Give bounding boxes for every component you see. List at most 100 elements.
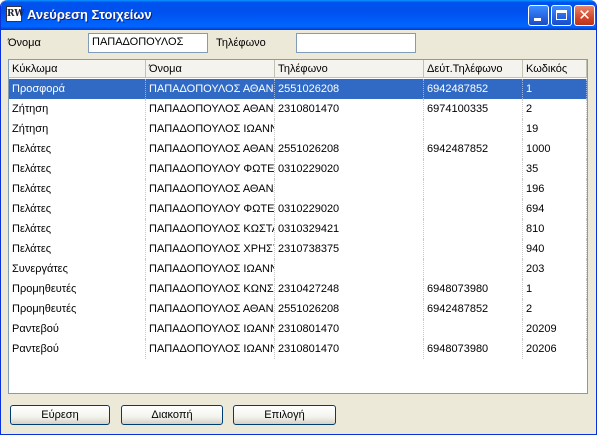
cell-name: ΠΑΠΑΔΟΠΟΥΛΟΥ ΦΩΤΕΙΝΗ [146, 199, 275, 219]
minimize-icon [534, 18, 541, 21]
cell-phone: 0310229020 [275, 199, 424, 219]
cell-name: ΠΑΠΑΔΟΠΟΥΛΟΣ ΑΘΑΝΑΣΙΟΣ [146, 179, 275, 199]
cell-code: 810 [523, 219, 587, 239]
cell-second-phone: 6942487852 [424, 299, 523, 319]
cell-second-phone: 6942487852 [424, 79, 523, 99]
table-row[interactable]: ΖήτησηΠΑΠΑΔΟΠΟΥΛΟΣ ΑΘΑΝΑΣΙΟΣ231080147069… [9, 99, 587, 119]
maximize-button[interactable] [551, 5, 572, 26]
cell-phone: 0310329421 [275, 219, 424, 239]
cell-second-phone [424, 199, 523, 219]
cell-second-phone [424, 239, 523, 259]
cell-code: 2 [523, 299, 587, 319]
cell-code: 1000 [523, 139, 587, 159]
cell-second-phone: 6942487852 [424, 139, 523, 159]
cell-phone [275, 259, 424, 279]
cell-phone: 2551026208 [275, 299, 424, 319]
cell-name: ΠΑΠΑΔΟΠΟΥΛΟΥ ΦΩΤΕΙΝΗ [146, 159, 275, 179]
cell-name: ΠΑΠΑΔΟΠΟΥΛΟΣ ΑΘΑΝΑΣΙΟΣ [146, 139, 275, 159]
cell-circuit: Συνεργάτες [9, 259, 146, 279]
cell-circuit: Ραντεβού [9, 319, 146, 339]
cell-circuit: Πελάτες [9, 139, 146, 159]
cell-name: ΠΑΠΑΔΟΠΟΥΛΟΣ ΙΩΑΝΝΗΣ [146, 319, 275, 339]
table-row[interactable]: ΠρομηθευτέςΠΑΠΑΔΟΠΟΥΛΟΣ ΚΩΝΣΤΑΝΤΙΝΟΣ2310… [9, 279, 587, 299]
column-header-second-phone[interactable]: Δεύτ.Τηλέφωνο [424, 60, 523, 78]
search-button[interactable]: Εύρεση [10, 405, 110, 425]
close-icon: ✕ [578, 6, 591, 24]
cell-phone: 2310801470 [275, 319, 424, 339]
cell-phone: 2310427248 [275, 279, 424, 299]
cell-name: ΠΑΠΑΔΟΠΟΥΛΟΣ ΚΩΣΤΑΣ [146, 219, 275, 239]
cell-second-phone [424, 179, 523, 199]
app-icon: RW [6, 6, 24, 22]
cell-name: ΠΑΠΑΔΟΠΟΥΛΟΣ ΚΩΝΣΤΑΝΤΙΝΟΣ [146, 279, 275, 299]
cell-name: ΠΑΠΑΔΟΠΟΥΛΟΣ ΧΡΗΣΤΟΣ [146, 239, 275, 259]
window-title: Ανεύρεση Στοιχείων [27, 7, 152, 22]
minimize-button[interactable] [528, 5, 549, 26]
cell-phone: 2310801470 [275, 99, 424, 119]
cell-second-phone [424, 259, 523, 279]
cell-code: 940 [523, 239, 587, 259]
cell-second-phone: 6948073980 [424, 279, 523, 299]
cell-code: 35 [523, 159, 587, 179]
cell-circuit: Ραντεβού [9, 339, 146, 359]
cell-code: 2 [523, 99, 587, 119]
table-row[interactable]: ΠελάτεςΠΑΠΑΔΟΠΟΥΛΟΥ ΦΩΤΕΙΝΗ0310229020 694 [9, 199, 587, 219]
cell-phone: 2310738375 [275, 239, 424, 259]
cell-code: 19 [523, 119, 587, 139]
stop-button[interactable]: Διακοπή [121, 405, 223, 425]
cell-second-phone [424, 119, 523, 139]
cell-code: 203 [523, 259, 587, 279]
cell-second-phone [424, 319, 523, 339]
cell-code: 1 [523, 79, 587, 99]
title-bar[interactable]: RW Ανεύρεση Στοιχείων ✕ [1, 0, 596, 30]
table-row[interactable]: ΡαντεβούΠΑΠΑΔΟΠΟΥΛΟΣ ΙΩΑΝΝΗΣ231080147069… [9, 339, 587, 359]
table-row[interactable]: ΠροσφοράΠΑΠΑΔΟΠΟΥΛΟΣ ΑΘΑΝΑΣΙΟΣ2551026208… [9, 79, 587, 99]
cell-name: ΠΑΠΑΔΟΠΟΥΛΟΣ ΙΩΑΝΝΗΣ [146, 259, 275, 279]
table-row[interactable]: ΠελάτεςΠΑΠΑΔΟΠΟΥΛΟΥ ΦΩΤΕΙΝΗ0310229020 35 [9, 159, 587, 179]
cell-circuit: Ζήτηση [9, 119, 146, 139]
name-input[interactable]: ΠΑΠΑΔΟΠΟΥΛΟΣ [88, 33, 208, 53]
cell-phone [275, 119, 424, 139]
cell-circuit: Προμηθευτές [9, 299, 146, 319]
cell-circuit: Πελάτες [9, 219, 146, 239]
name-label: Όνομα [8, 37, 41, 49]
cell-name: ΠΑΠΑΔΟΠΟΥΛΟΣ ΙΩΑΝΝΗΣ [146, 339, 275, 359]
cell-code: 20206 [523, 339, 587, 359]
close-button[interactable]: ✕ [574, 5, 595, 26]
phone-label: Τηλέφωνο [216, 37, 266, 49]
cell-name: ΠΑΠΑΔΟΠΟΥΛΟΣ ΙΩΑΝΝΗΣ [146, 119, 275, 139]
cell-circuit: Προμηθευτές [9, 279, 146, 299]
cell-phone: 0310229020 [275, 159, 424, 179]
column-header-circuit[interactable]: Κύκλωμα [9, 60, 146, 78]
table-row[interactable]: ΠρομηθευτέςΠΑΠΑΔΟΠΟΥΛΟΣ ΑΘΑΝΑΣΙΟΣ2551026… [9, 299, 587, 319]
table-row[interactable]: ΖήτησηΠΑΠΑΔΟΠΟΥΛΟΣ ΙΩΑΝΝΗΣ 19 [9, 119, 587, 139]
cell-name: ΠΑΠΑΔΟΠΟΥΛΟΣ ΑΘΑΝΑΣΙΟΣ [146, 79, 275, 99]
cell-second-phone: 6974100335 [424, 99, 523, 119]
maximize-icon [556, 10, 567, 20]
column-header-phone[interactable]: Τηλέφωνο [275, 60, 424, 78]
grid-header: Κύκλωμα Όνομα Τηλέφωνο Δεύτ.Τηλέφωνο Κωδικός [9, 60, 587, 78]
table-row[interactable]: Πελάτες ΠΑΠΑΔΟΠΟΥΛΟΣ ΚΩΣΤΑΣ 0310329421 810 [9, 219, 587, 239]
cell-circuit: Προσφορά [9, 79, 146, 99]
table-row[interactable]: ΡαντεβούΠΑΠΑΔΟΠΟΥΛΟΣ ΙΩΑΝΝΗΣ2310801470 20… [9, 319, 587, 339]
select-button[interactable]: Επιλογή [233, 405, 336, 425]
cell-circuit: Πελάτες [9, 159, 146, 179]
find-records-window: RW Ανεύρεση Στοιχείων ✕ Όνομα ΠΑΠΑΔΟΠΟΥΛ… [0, 0, 597, 435]
table-row[interactable]: ΠελάτεςΠΑΠΑΔΟΠΟΥΛΟΣ ΧΡΗΣΤΟΣ2310738375 940 [9, 239, 587, 259]
results-grid[interactable]: Κύκλωμα Όνομα Τηλέφωνο Δεύτ.Τηλέφωνο Κωδικός… [8, 59, 588, 394]
cell-phone [275, 179, 424, 199]
cell-name: ΠΑΠΑΔΟΠΟΥΛΟΣ ΑΘΑΝΑΣΙΟΣ [146, 99, 275, 119]
phone-input[interactable] [296, 33, 416, 53]
cell-phone: 2551026208 [275, 139, 424, 159]
cell-second-phone: 6948073980 [424, 339, 523, 359]
table-row[interactable]: ΣυνεργάτεςΠΑΠΑΔΟΠΟΥΛΟΣ ΙΩΑΝΝΗΣ 203 [9, 259, 587, 279]
cell-phone: 2310801470 [275, 339, 424, 359]
column-header-code[interactable]: Κωδικός [523, 60, 587, 78]
cell-code: 694 [523, 199, 587, 219]
column-header-name[interactable]: Όνομα [146, 60, 275, 78]
table-row[interactable]: ΠελάτεςΠΑΠΑΔΟΠΟΥΛΟΣ ΑΘΑΝΑΣΙΟΣ 196 [9, 179, 587, 199]
cell-circuit: Ζήτηση [9, 99, 146, 119]
cell-code: 1 [523, 279, 587, 299]
table-row[interactable]: ΠελάτεςΠΑΠΑΔΟΠΟΥΛΟΣ ΑΘΑΝΑΣΙΟΣ25510262086… [9, 139, 587, 159]
cell-name: ΠΑΠΑΔΟΠΟΥΛΟΣ ΑΘΑΝΑΣΙΟΣ [146, 299, 275, 319]
